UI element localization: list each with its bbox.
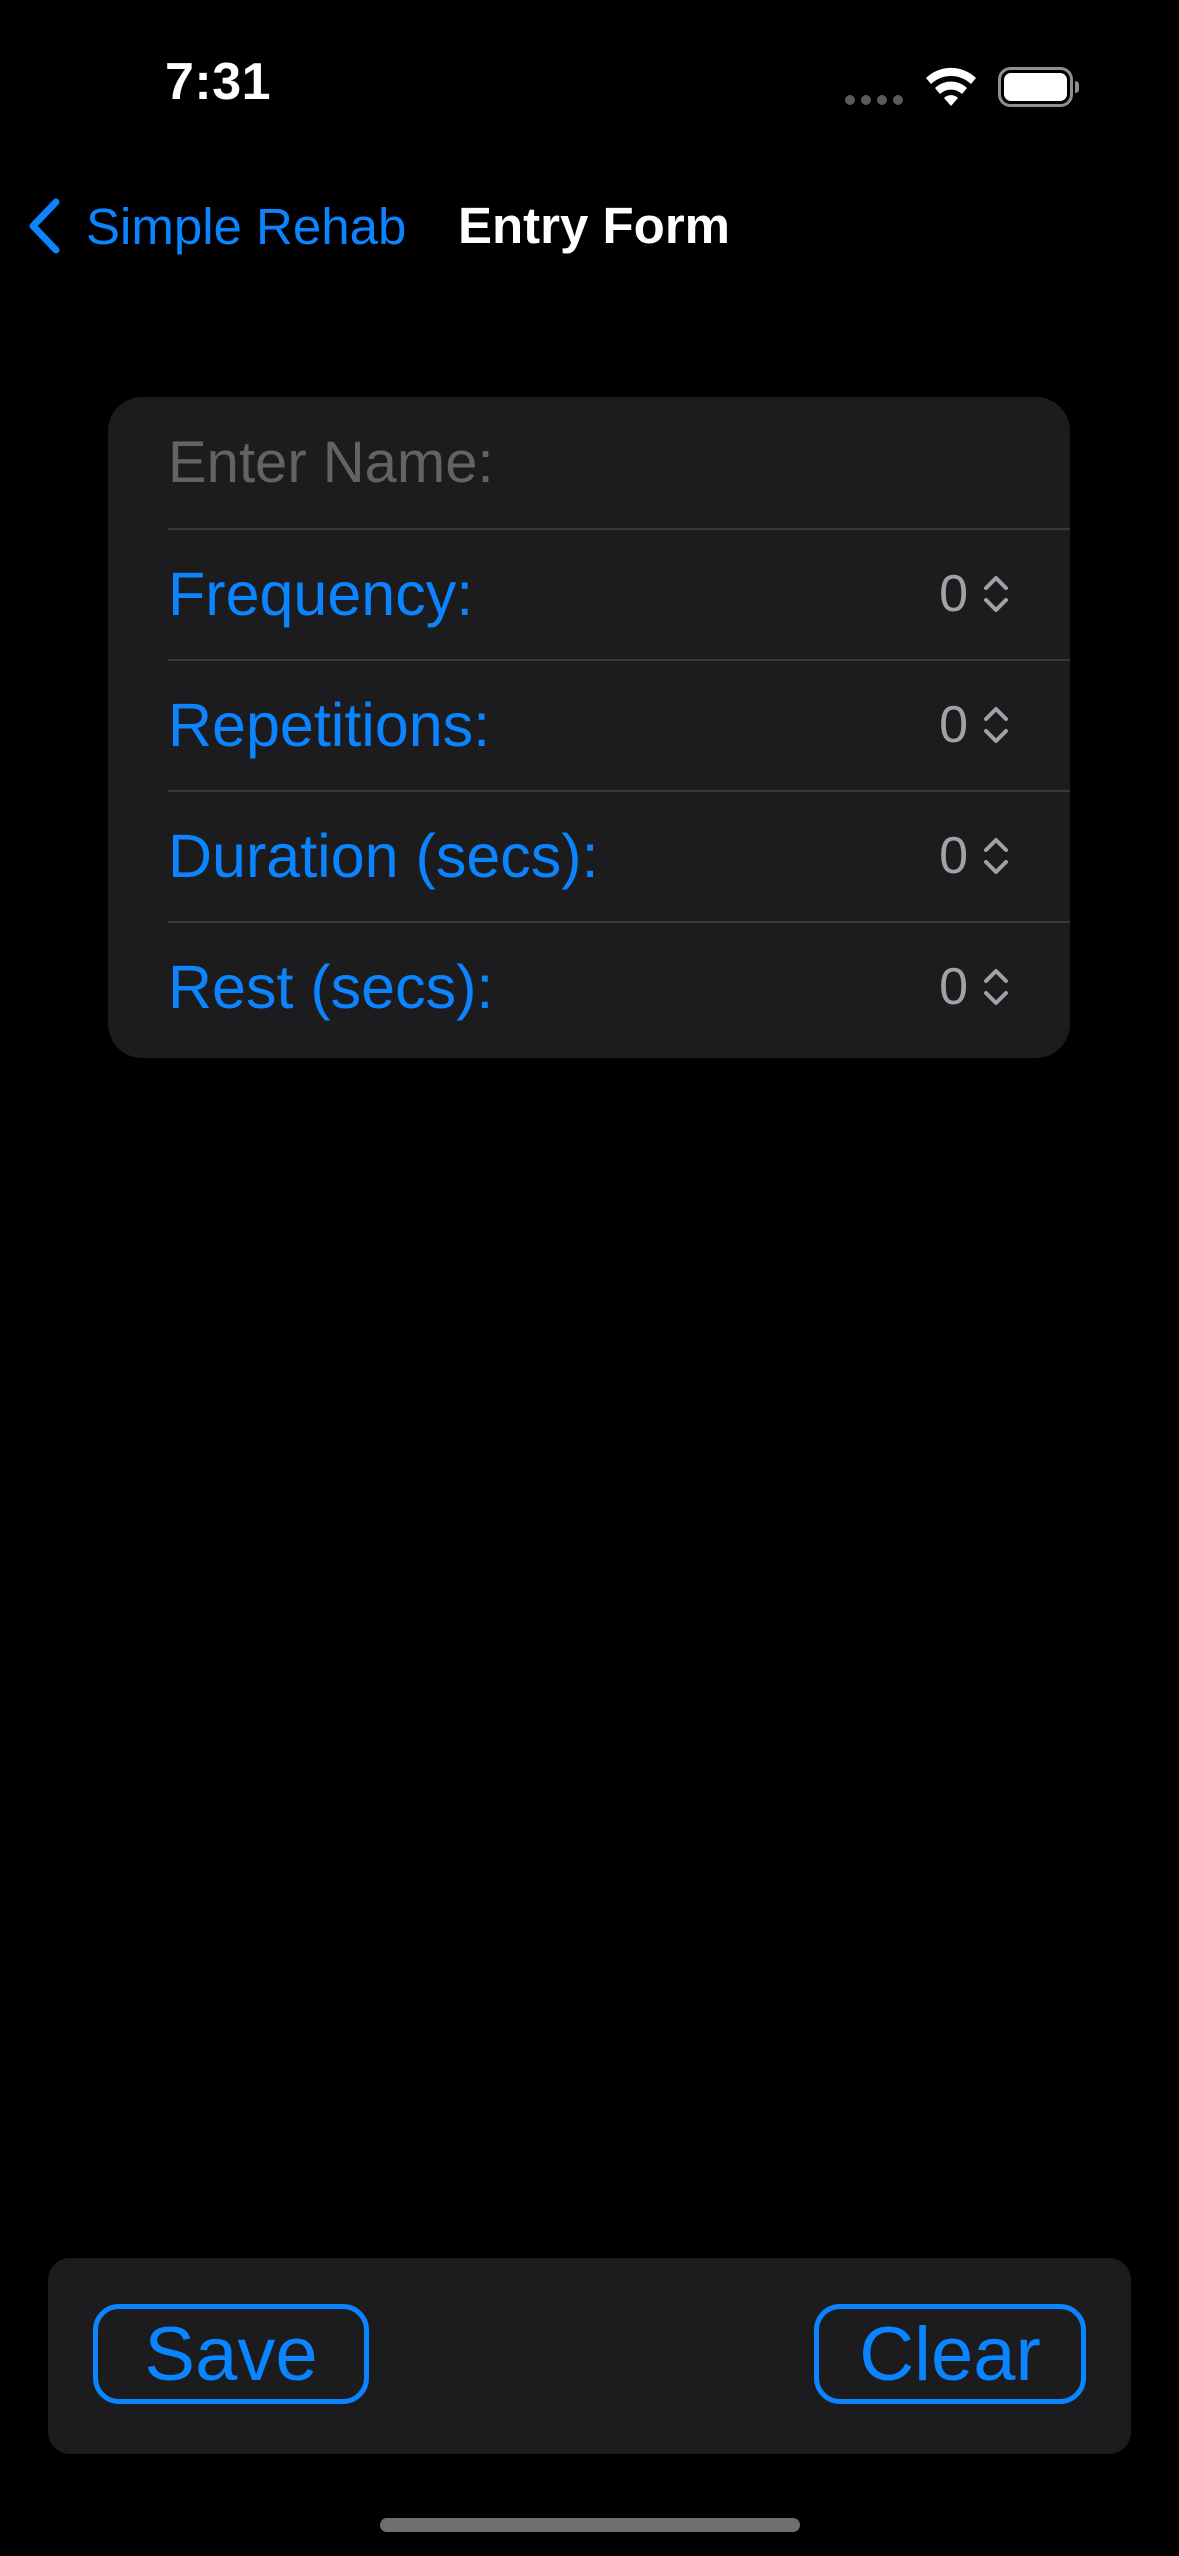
name-row xyxy=(168,397,1070,528)
duration-label: Duration (secs): xyxy=(168,821,599,890)
page-title: Entry Form xyxy=(458,197,731,254)
clear-button[interactable]: Clear xyxy=(814,2304,1086,2404)
back-button[interactable]: Simple Rehab xyxy=(24,196,406,256)
repetitions-stepper[interactable]: 0 xyxy=(939,659,1010,790)
rest-value: 0 xyxy=(939,957,968,1016)
repetitions-value: 0 xyxy=(939,695,968,754)
cellular-dots-icon xyxy=(845,95,905,105)
back-button-label: Simple Rehab xyxy=(86,197,407,255)
wifi-icon xyxy=(926,67,976,106)
chevron-up-down-icon xyxy=(984,968,1008,1005)
frequency-row: Frequency: 0 xyxy=(168,528,1070,659)
chevron-left-icon xyxy=(29,198,60,254)
entry-form-card: Frequency: 0 Repetitions: 0 Duration (se… xyxy=(108,397,1070,1058)
rest-row: Rest (secs): 0 xyxy=(168,921,1070,1052)
duration-stepper[interactable]: 0 xyxy=(939,790,1010,921)
status-time: 7:31 xyxy=(165,53,272,111)
bottom-toolbar: Save Clear xyxy=(48,2258,1131,2454)
chevron-up-down-icon xyxy=(984,575,1008,612)
chevron-up-down-icon xyxy=(984,706,1008,743)
home-indicator[interactable] xyxy=(380,2518,800,2532)
name-input[interactable] xyxy=(168,429,988,496)
duration-row: Duration (secs): 0 xyxy=(168,790,1070,921)
battery-icon xyxy=(998,67,1079,107)
repetitions-row: Repetitions: 0 xyxy=(168,659,1070,790)
rest-stepper[interactable]: 0 xyxy=(939,921,1010,1052)
repetitions-label: Repetitions: xyxy=(168,690,491,759)
chevron-up-down-icon xyxy=(984,837,1008,874)
frequency-stepper[interactable]: 0 xyxy=(939,528,1010,659)
rest-label: Rest (secs): xyxy=(168,952,494,1021)
duration-value: 0 xyxy=(939,826,968,885)
frequency-value: 0 xyxy=(939,564,968,623)
frequency-label: Frequency: xyxy=(168,559,474,628)
save-button[interactable]: Save xyxy=(93,2304,369,2404)
